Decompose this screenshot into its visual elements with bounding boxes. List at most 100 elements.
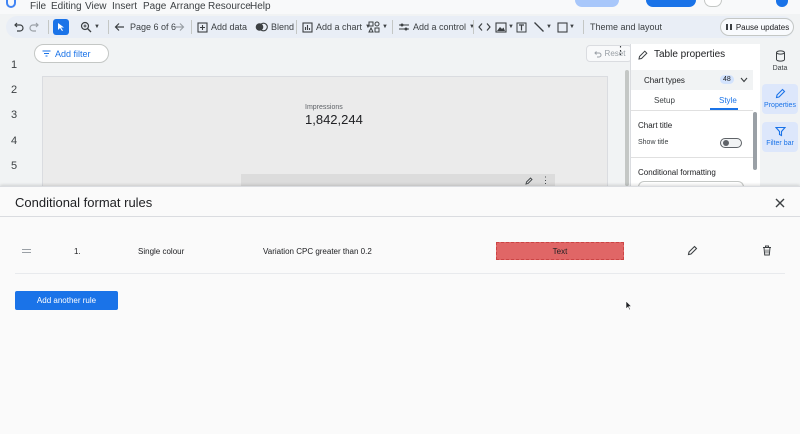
rule-style-preview: Text bbox=[496, 242, 624, 260]
text-tool-button[interactable] bbox=[516, 16, 527, 38]
chevron-down-icon: ▼ bbox=[508, 24, 514, 30]
theme-and-layout-button[interactable]: Theme and layout bbox=[590, 16, 662, 38]
code-icon bbox=[478, 23, 491, 31]
rail-item-label: Filter bar bbox=[766, 140, 794, 147]
embed-code-button[interactable] bbox=[478, 16, 491, 38]
toolbar-divider bbox=[473, 20, 474, 34]
toolbar-divider bbox=[296, 20, 297, 34]
row-number-gutter: 1 2 3 4 5 bbox=[0, 40, 28, 190]
menu-file[interactable]: File bbox=[30, 1, 46, 12]
toolbar-divider bbox=[583, 20, 584, 34]
chart-types-selector[interactable]: Chart types 48 bbox=[631, 70, 753, 90]
tab-setup[interactable]: Setup bbox=[654, 96, 675, 105]
cursor-icon bbox=[57, 23, 64, 31]
add-filter-button[interactable]: Add filter bbox=[34, 44, 109, 63]
close-icon[interactable] bbox=[773, 196, 787, 210]
undo-button[interactable] bbox=[12, 16, 24, 38]
more-vert-icon[interactable]: ⋮ bbox=[541, 175, 550, 186]
panel-title: Table properties bbox=[654, 49, 726, 60]
avatar[interactable] bbox=[776, 0, 788, 7]
view-button[interactable] bbox=[646, 0, 696, 7]
shape-tool-button[interactable]: ▼ bbox=[557, 16, 575, 38]
menu-arrange[interactable]: Arrange bbox=[170, 1, 206, 12]
pause-updates-button[interactable]: Pause updates bbox=[720, 18, 794, 36]
previous-page-button[interactable] bbox=[114, 16, 125, 38]
chevron-down-icon: ▼ bbox=[94, 24, 100, 30]
menu-resource[interactable]: Resource bbox=[208, 1, 251, 12]
blend-button[interactable]: Blend bbox=[255, 16, 294, 38]
page-indicator: Page 6 of 6 bbox=[130, 22, 177, 32]
menu-editing[interactable]: Editing bbox=[51, 1, 82, 12]
canvas-scrollbar[interactable] bbox=[625, 70, 629, 186]
menu-page[interactable]: Page bbox=[143, 1, 166, 12]
rule-row bbox=[15, 228, 785, 274]
menu-view[interactable]: View bbox=[85, 1, 107, 12]
rail-item-label: Properties bbox=[764, 102, 796, 109]
pencil-icon[interactable] bbox=[525, 177, 533, 185]
pencil-icon bbox=[775, 88, 785, 99]
add-data-button[interactable]: Add data bbox=[197, 16, 247, 38]
rule-index: 1. bbox=[74, 247, 81, 256]
row-number: 3 bbox=[11, 109, 18, 121]
toolbar-divider bbox=[108, 20, 109, 34]
zoom-button[interactable]: ▼ bbox=[80, 16, 100, 38]
line-icon bbox=[534, 22, 544, 32]
row-number: 1 bbox=[11, 59, 18, 71]
more-vert-icon[interactable]: ⋮ bbox=[615, 46, 626, 57]
rectangle-icon bbox=[557, 21, 568, 33]
show-title-label: Show title bbox=[638, 139, 669, 146]
menu-help[interactable]: Help bbox=[250, 1, 271, 12]
rail-item-filter-bar[interactable]: Filter bar bbox=[762, 122, 798, 152]
add-control-icon bbox=[399, 23, 409, 31]
show-title-toggle[interactable] bbox=[720, 138, 742, 148]
rail-item-data[interactable]: Data bbox=[762, 50, 798, 78]
delete-icon[interactable] bbox=[762, 245, 772, 256]
mouse-cursor-icon bbox=[625, 300, 632, 311]
arrow-right-icon bbox=[175, 23, 185, 31]
filter-bar: Add filter Reset ⋮ bbox=[28, 42, 632, 64]
community-visualizations-button[interactable]: ▼ bbox=[368, 16, 388, 38]
select-tool-button[interactable] bbox=[53, 19, 69, 35]
rule-condition: Variation CPC greater than 0.2 bbox=[263, 247, 372, 256]
tab-style[interactable]: Style bbox=[719, 96, 737, 105]
tab-divider bbox=[631, 110, 753, 111]
add-chart-button[interactable]: Add a chart ▼ bbox=[302, 16, 371, 38]
add-another-rule-button[interactable]: Add another rule bbox=[15, 291, 118, 310]
chevron-down-icon bbox=[740, 77, 748, 83]
chart-types-label: Chart types bbox=[644, 76, 685, 85]
chevron-down-icon: ▼ bbox=[546, 24, 552, 30]
pause-updates-label: Pause updates bbox=[735, 22, 790, 32]
scorecard-label: Impressions bbox=[305, 104, 343, 111]
app-logo-icon bbox=[6, 0, 16, 8]
add-filter-label: Add filter bbox=[55, 48, 91, 59]
redo-button[interactable] bbox=[29, 16, 41, 38]
add-control-button[interactable]: Add a control ▼ bbox=[398, 16, 475, 38]
line-tool-button[interactable]: ▼ bbox=[533, 16, 552, 38]
redo-icon bbox=[29, 22, 39, 32]
toolbar-divider bbox=[392, 20, 393, 34]
add-chart-label: Add a chart bbox=[316, 22, 363, 32]
drag-handle-icon[interactable] bbox=[22, 249, 31, 253]
conditional-format-dialog bbox=[0, 186, 800, 434]
chart-title-section-label: Chart title bbox=[638, 121, 673, 130]
more-options-button[interactable] bbox=[704, 0, 722, 7]
dialog-divider bbox=[0, 216, 800, 217]
dialog-title: Conditional format rules bbox=[15, 195, 153, 210]
text-box-icon bbox=[516, 22, 527, 32]
menu-insert[interactable]: Insert bbox=[112, 1, 137, 12]
next-page-button[interactable] bbox=[174, 16, 185, 38]
edit-icon[interactable] bbox=[687, 245, 698, 256]
shapes-icon bbox=[368, 21, 380, 33]
image-button[interactable]: ▼ bbox=[495, 16, 514, 38]
toolbar: ▼ Page 6 of 6 Add data Blend Add a chart… bbox=[6, 16, 794, 38]
rail-item-properties[interactable]: Properties bbox=[762, 84, 798, 114]
zoom-icon bbox=[80, 21, 92, 33]
filter-icon bbox=[774, 126, 786, 137]
pencil-icon bbox=[638, 50, 648, 60]
filter-list-icon bbox=[42, 50, 51, 57]
share-button[interactable] bbox=[575, 0, 619, 7]
row-number: 2 bbox=[11, 84, 18, 96]
panel-scrollbar[interactable] bbox=[753, 112, 757, 170]
toolbar-divider bbox=[48, 20, 49, 34]
image-icon bbox=[495, 21, 507, 33]
